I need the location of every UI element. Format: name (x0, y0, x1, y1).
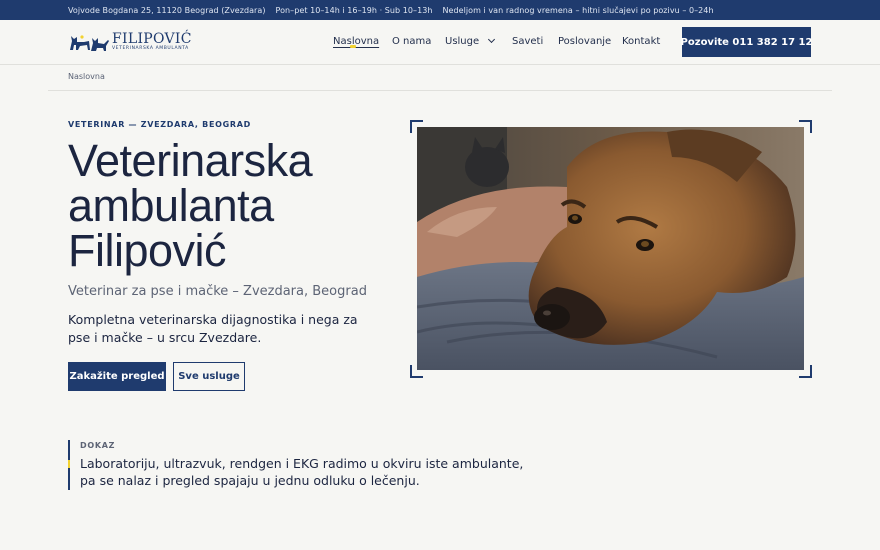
breadcrumb[interactable]: Naslovna (68, 72, 105, 81)
proof-text: Laboratoriju, ultrazvuk, rendgen i EKG r… (80, 456, 524, 488)
proof-label: DOKAZ (80, 441, 116, 450)
proof-callout: DOKAZ Laboratoriju, ultrazvuk, rendgen i… (68, 440, 538, 490)
nav-item-usluge-label: Usluge (445, 36, 480, 47)
logo-tagline: VETERINARSKA AMBULANTA (112, 46, 189, 52)
hero-subtitle: Veterinar za pse i mačke – Zvezdara, Beo… (68, 284, 367, 299)
chevron-down-icon (488, 35, 496, 44)
hero-description: Kompletna veterinarska dijagnostika i ne… (68, 312, 358, 345)
logo-name: FILIPOVIĆ (112, 31, 192, 48)
active-indicator (350, 45, 356, 48)
hero-eyebrow: VETERINAR — ZVEZDARA, BEOGRAD (68, 120, 251, 129)
logo[interactable]: FILIPOVIĆ VETERINARSKA AMBULANTA (68, 29, 192, 55)
nav-item-usluge[interactable]: Usluge (445, 35, 496, 47)
nav-item-poslovanje[interactable]: Poslovanje (558, 36, 611, 47)
emergency-text: Nedeljom i van radnog vremena – hitni sl… (442, 5, 714, 15)
dog-illustration (417, 127, 804, 370)
all-services-button[interactable]: Sve usluge (173, 362, 245, 391)
dog-cat-logo-icon (70, 35, 109, 51)
working-hours-text: Pon–pet 10–14h i 16–19h · Sub 10–13h (275, 5, 433, 15)
nav-item-kontakt[interactable]: Kontakt (622, 36, 660, 47)
divider (48, 90, 832, 91)
site-header: FILIPOVIĆ VETERINARSKA AMBULANTA Naslovn… (0, 20, 880, 65)
nav-item-naslovna[interactable]: Naslovna (333, 36, 379, 47)
dog-photo (417, 127, 804, 370)
hero-photo-frame (410, 120, 812, 378)
page-title: Veterinarska ambulanta Filipović (68, 135, 313, 276)
nav-item-o-nama[interactable]: O nama (392, 36, 431, 47)
accent-mark (68, 460, 70, 468)
call-button[interactable]: Pozovite 011 382 17 12 (681, 27, 812, 57)
book-appointment-button[interactable]: Zakažite pregled (68, 362, 166, 391)
top-info-bar: Vojvode Bogdana 25, 11120 Beograd (Zvezd… (0, 0, 880, 20)
nav-item-saveti[interactable]: Saveti (512, 36, 543, 47)
address-text: Vojvode Bogdana 25, 11120 Beograd (Zvezd… (68, 5, 266, 15)
